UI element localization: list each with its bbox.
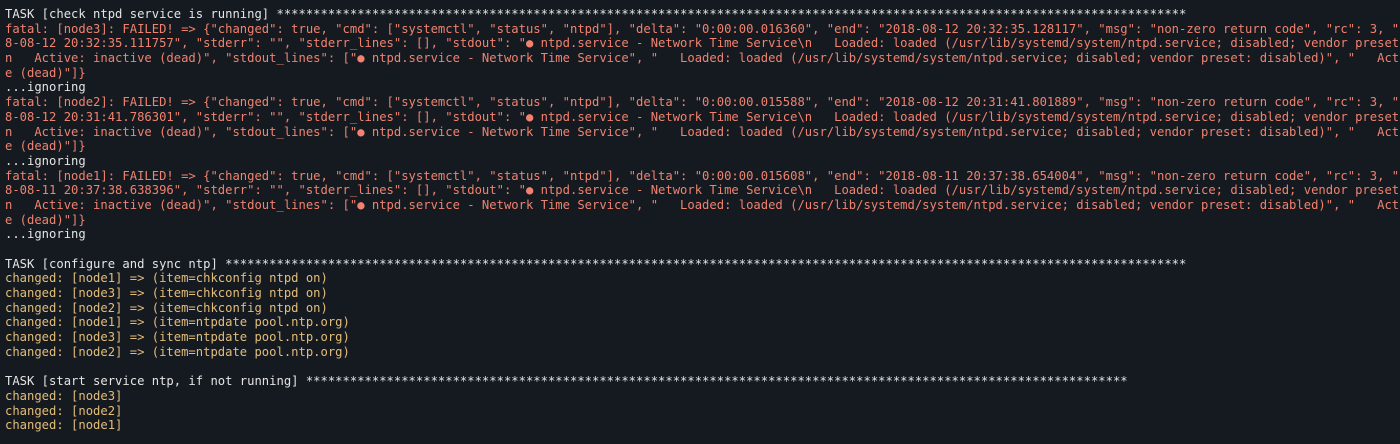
fatal-error-line: e (dead)"]} <box>5 139 86 154</box>
fatal-error-line: n Active: inactive (dead)", "stdout_line… <box>5 51 1400 66</box>
changed-line: changed: [node1] <box>5 418 123 433</box>
changed-line: changed: [node2] => (item=chkconfig ntpd… <box>5 300 328 315</box>
terminal-output[interactable]: TASK [check ntpd service is running] ***… <box>0 0 1400 444</box>
changed-line: changed: [node1] => (item=chkconfig ntpd… <box>5 271 328 286</box>
fatal-error-line: 8-08-11 20:37:38.638396", "stderr": "", … <box>5 183 1400 198</box>
fatal-error-line: fatal: [node1]: FAILED! => {"changed": t… <box>5 168 1400 183</box>
fatal-error-line: n Active: inactive (dead)", "stdout_line… <box>5 124 1400 139</box>
fatal-error-line: 8-08-12 20:31:41.786301", "stderr": "", … <box>5 109 1400 124</box>
fatal-error-line: n Active: inactive (dead)", "stdout_line… <box>5 197 1400 212</box>
fatal-error-line: fatal: [node2]: FAILED! => {"changed": t… <box>5 95 1400 110</box>
changed-line: changed: [node3] => (item=chkconfig ntpd… <box>5 286 328 301</box>
task-header-line: TASK [start service ntp, if not running]… <box>5 374 1128 389</box>
fatal-error-line: e (dead)"]} <box>5 65 86 80</box>
ignoring-line: ...ignoring <box>5 227 86 242</box>
fatal-error-line: 8-08-12 20:32:35.111757", "stderr": "", … <box>5 36 1400 51</box>
fatal-error-line: e (dead)"]} <box>5 212 86 227</box>
changed-line: changed: [node3] => (item=ntpdate pool.n… <box>5 330 350 345</box>
changed-line: changed: [node1] => (item=ntpdate pool.n… <box>5 315 350 330</box>
task-header-line: TASK [check ntpd service is running] ***… <box>5 7 1187 21</box>
ignoring-line: ...ignoring <box>5 80 86 95</box>
ignoring-line: ...ignoring <box>5 153 86 168</box>
changed-line: changed: [node2] => (item=ntpdate pool.n… <box>5 344 350 359</box>
task-header-line: TASK [configure and sync ntp] **********… <box>5 256 1187 271</box>
changed-line: changed: [node3] <box>5 388 123 403</box>
changed-line: changed: [node2] <box>5 403 123 418</box>
fatal-error-line: fatal: [node3]: FAILED! => {"changed": t… <box>5 21 1400 36</box>
